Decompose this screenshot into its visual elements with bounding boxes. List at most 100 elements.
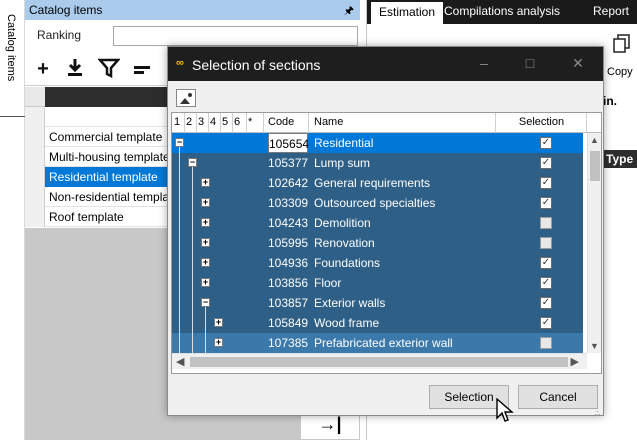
tree-row[interactable]: + 104936 Foundations ✓ [172, 253, 583, 273]
horizontal-scrollbar[interactable]: ◀ ▶ [172, 353, 587, 369]
level-5-button[interactable]: 5 [222, 113, 233, 133]
row-header [25, 187, 45, 207]
row-name: Exterior walls [314, 296, 386, 310]
resize-grip-icon[interactable]: ∴ [595, 409, 600, 418]
expand-icon[interactable]: + [201, 178, 210, 187]
expand-icon[interactable]: + [201, 218, 210, 227]
row-name: Lump sum [314, 156, 371, 170]
image-icon[interactable] [176, 89, 196, 107]
pin-icon[interactable]: 🖈 [344, 2, 354, 21]
tree-header: 1 2 3 4 5 6 * Code Name Selection [172, 113, 601, 133]
tree-row[interactable]: + 102642 General requirements ✓ [172, 173, 583, 193]
catalog-items-side-tab[interactable]: Catalog items [0, 0, 25, 440]
expand-icon[interactable]: + [214, 338, 223, 347]
level-3-button[interactable]: 3 [198, 113, 209, 133]
selection-of-sections-dialog: ∞ Selection of sections – □ ✕ 1 2 3 4 5 … [167, 46, 604, 418]
selection-checkbox[interactable]: ✓ [540, 317, 552, 329]
row-name: Floor [314, 276, 342, 290]
row-name: General requirements [314, 176, 431, 190]
tab-compilations-analysis[interactable]: Compilations analysis [444, 4, 560, 18]
level-all-button[interactable]: * [248, 113, 264, 133]
minimize-icon[interactable]: – [474, 55, 494, 71]
min-label: in. [603, 94, 617, 108]
ranking-input[interactable] [113, 26, 358, 46]
row-code: 103857 [268, 296, 309, 310]
row-code: 105849 [268, 316, 309, 330]
tree-row[interactable]: + 104243 Demolition [172, 213, 583, 233]
selection-checkbox[interactable]: ✓ [540, 197, 552, 209]
row-code: 105654 [268, 133, 309, 153]
cancel-button[interactable]: Cancel [518, 385, 598, 409]
maximize-icon[interactable]: □ [520, 55, 540, 71]
selection-checkbox[interactable]: ✓ [540, 297, 552, 309]
expand-icon[interactable]: + [201, 258, 210, 267]
expand-icon[interactable]: + [201, 238, 210, 247]
row-code: 105995 [268, 236, 309, 250]
tree-row[interactable]: − 103857 Exterior walls ✓ [172, 293, 583, 313]
level-2-button[interactable]: 2 [186, 113, 197, 133]
selection-column-header[interactable]: Selection [497, 113, 587, 133]
level-4-button[interactable]: 4 [210, 113, 221, 133]
tree-row[interactable]: + 107385 Prefabricated exterior wall [172, 333, 583, 353]
vertical-scrollbar[interactable]: ▲ ▼ [587, 133, 601, 353]
tree-row[interactable]: − 105377 Lump sum ✓ [172, 153, 583, 173]
level-6-button[interactable]: 6 [234, 113, 247, 133]
row-code: 104243 [268, 216, 309, 230]
row-name: Demolition [314, 216, 371, 230]
level-1-button[interactable]: 1 [174, 113, 185, 133]
row-code: 107385 [268, 336, 309, 350]
tab-estimation[interactable]: Estimation [371, 2, 444, 24]
copy-icon[interactable] [613, 34, 631, 54]
collapse-icon[interactable]: − [201, 298, 210, 307]
expand-icon[interactable]: + [201, 278, 210, 287]
name-column-header[interactable]: Name [310, 113, 496, 133]
selection-checkbox[interactable]: ✓ [540, 157, 552, 169]
selection-checkbox[interactable]: ✓ [540, 257, 552, 269]
panel-title-bar: Catalog items 🖈 [25, 0, 360, 20]
type-column-header[interactable]: Type [603, 150, 637, 168]
dialog-title-bar: ∞ Selection of sections – □ ✕ [168, 47, 603, 81]
row-name: Outsourced specialties [314, 196, 436, 210]
tab-report[interactable]: Report [593, 4, 629, 18]
tree-row[interactable]: + 103309 Outsourced specialties ✓ [172, 193, 583, 213]
row-name: Renovation [314, 236, 375, 250]
row-code: 103309 [268, 196, 309, 210]
row-name: Prefabricated exterior wall [314, 336, 453, 350]
row-header [25, 147, 45, 167]
collapse-icon[interactable]: − [175, 138, 184, 147]
tree-connector [205, 307, 206, 353]
selection-checkbox[interactable] [540, 337, 552, 349]
row-name: Foundations [314, 256, 381, 270]
import-icon[interactable] [63, 57, 87, 81]
collapse-icon[interactable]: − [188, 158, 197, 167]
tree-row[interactable]: + 105995 Renovation [172, 233, 583, 253]
row-header [25, 107, 45, 127]
expand-icon[interactable]: + [201, 198, 210, 207]
copy-label: Copy [607, 66, 633, 78]
selection-checkbox[interactable]: ✓ [540, 137, 552, 149]
filter-icon[interactable] [97, 57, 121, 81]
ranking-label: Ranking [37, 28, 82, 42]
close-icon[interactable]: ✕ [568, 55, 588, 72]
tree-row[interactable]: + 105849 Wood frame ✓ [172, 313, 583, 333]
add-icon[interactable]: + [31, 57, 55, 81]
dialog-title: Selection of sections [192, 57, 321, 73]
selection-checkbox[interactable] [540, 217, 552, 229]
row-code: 102642 [268, 176, 309, 190]
expand-icon[interactable]: + [214, 318, 223, 327]
divider-line [0, 116, 25, 117]
side-tab-label: Catalog items [5, 14, 17, 82]
row-name: Residential [314, 136, 374, 150]
tree-row[interactable]: + 103856 Floor ✓ [172, 273, 583, 293]
selection-checkbox[interactable] [540, 237, 552, 249]
selection-checkbox[interactable]: ✓ [540, 277, 552, 289]
app-logo-icon: ∞ [176, 57, 184, 69]
mouse-cursor-icon [496, 397, 514, 424]
selection-checkbox[interactable]: ✓ [540, 177, 552, 189]
minus-icon[interactable] [131, 57, 155, 81]
sections-tree: 1 2 3 4 5 6 * Code Name Selection − 1056… [171, 112, 602, 374]
code-column-header[interactable]: Code [265, 113, 309, 133]
tree-row[interactable]: − 105654 Residential ✓ [172, 133, 583, 153]
row-code: 104936 [268, 256, 309, 270]
tree-connector [192, 167, 193, 353]
